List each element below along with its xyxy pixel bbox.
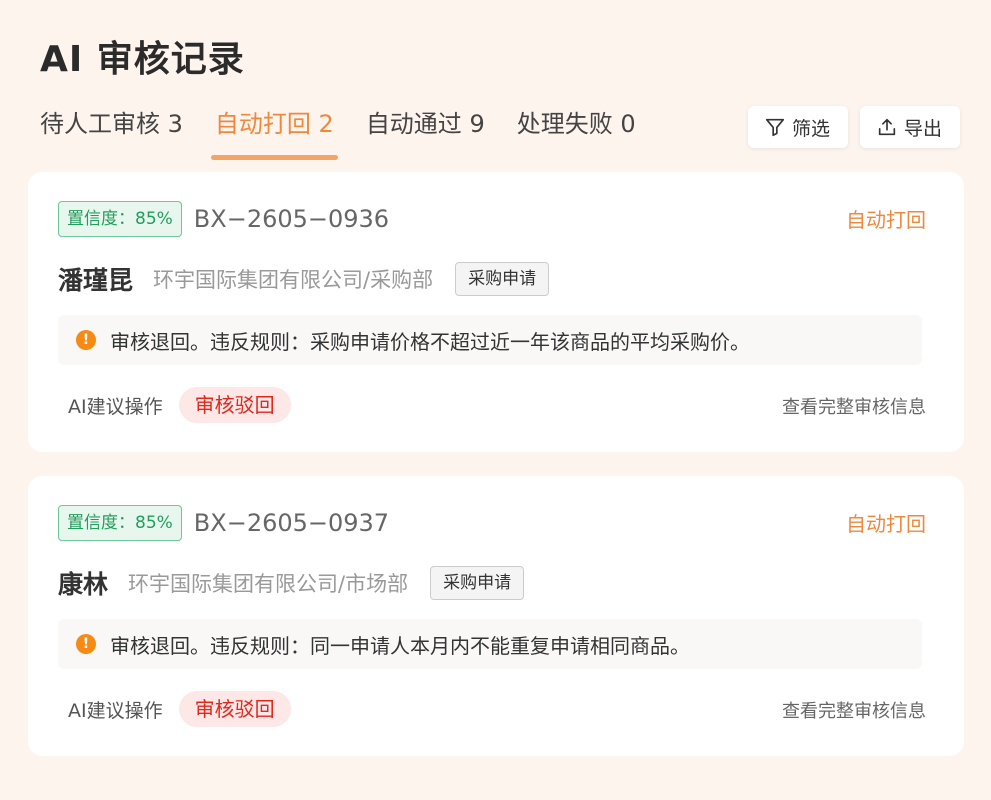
applicant-name: 潘瑾昆 xyxy=(58,266,134,295)
export-button-label: 导出 xyxy=(903,117,942,140)
ai-action-reject: 审核驳回 xyxy=(178,387,291,423)
rule-violation-notice: ! 审核退回。违反规则：采购申请价格不超过近一年该商品的平均采购价。 xyxy=(58,315,922,365)
filter-icon xyxy=(765,118,785,137)
case-id: BX−2605−0936 xyxy=(193,205,390,233)
notice-text: 审核退回。违反规则：采购申请价格不超过近一年该商品的平均采购价。 xyxy=(110,329,750,354)
export-button[interactable]: 导出 xyxy=(859,106,960,148)
tab-pending-manual[interactable]: 待人工审核 3 xyxy=(40,106,183,160)
filter-button[interactable]: 筛选 xyxy=(747,106,848,148)
status-label[interactable]: 自动打回 xyxy=(846,204,926,233)
ai-action-reject: 审核驳回 xyxy=(178,691,291,727)
confidence-badge: 置信度：85% xyxy=(58,201,182,237)
status-label[interactable]: 自动打回 xyxy=(846,508,926,537)
toolbar: 筛选 导出 xyxy=(747,106,960,148)
warning-icon: ! xyxy=(76,330,96,350)
filter-button-label: 筛选 xyxy=(791,117,830,140)
applicant-org: 环宇国际集团有限公司/采购部 xyxy=(153,268,434,292)
tab-failed[interactable]: 处理失败 0 xyxy=(517,106,636,160)
notice-text: 审核退回。违反规则：同一申请人本月内不能重复申请相同商品。 xyxy=(110,633,690,658)
applicant-name: 康林 xyxy=(58,570,109,599)
ai-suggestion-label: AI建议操作 xyxy=(68,699,163,722)
page-title: AI 审核记录 xyxy=(40,39,245,80)
status-tabs: 待人工审核 3 自动打回 2 自动通过 9 处理失败 0 xyxy=(40,106,668,160)
record-card: 置信度：85% BX−2605−0937 自动打回 康林 环宇国际集团有限公司/… xyxy=(28,476,964,756)
view-details-link[interactable]: 查看完整审核信息 xyxy=(782,697,926,723)
request-type-tag: 采购申请 xyxy=(455,262,550,296)
tab-auto-rejected[interactable]: 自动打回 2 xyxy=(210,106,338,160)
rule-violation-notice: ! 审核退回。违反规则：同一申请人本月内不能重复申请相同商品。 xyxy=(58,619,922,669)
warning-icon: ! xyxy=(76,634,96,654)
confidence-badge: 置信度：85% xyxy=(58,505,182,541)
view-details-link[interactable]: 查看完整审核信息 xyxy=(782,393,926,419)
tab-auto-approved[interactable]: 自动通过 9 xyxy=(366,106,485,160)
record-card: 置信度：85% BX−2605−0936 自动打回 潘瑾昆 环宇国际集团有限公司… xyxy=(28,172,964,452)
applicant-org: 环宇国际集团有限公司/市场部 xyxy=(128,572,409,596)
case-id: BX−2605−0937 xyxy=(193,509,390,537)
upload-icon xyxy=(878,118,896,136)
request-type-tag: 采购申请 xyxy=(430,566,525,600)
ai-suggestion-label: AI建议操作 xyxy=(68,395,163,418)
